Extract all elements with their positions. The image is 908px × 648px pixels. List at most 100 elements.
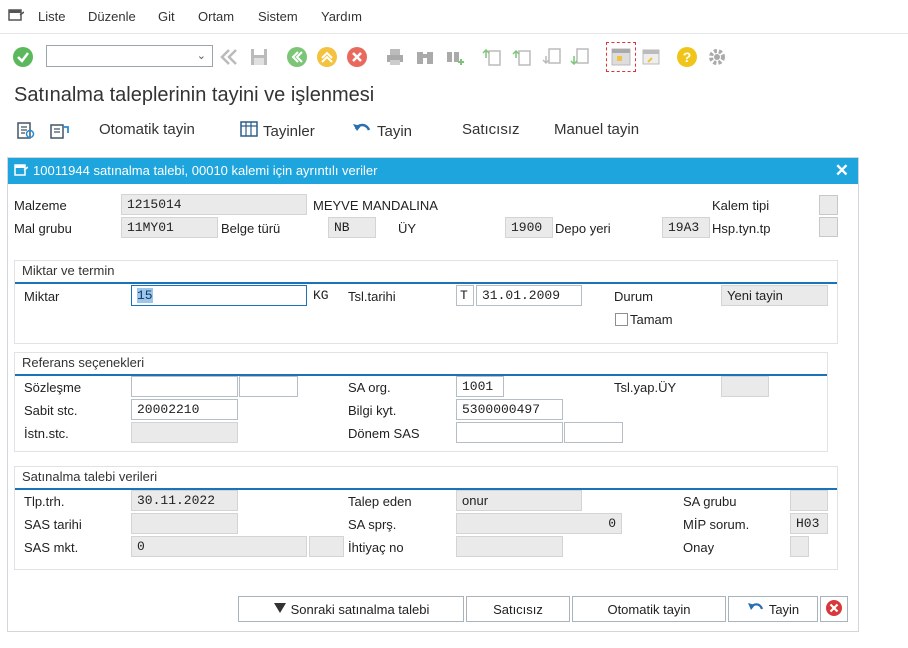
window-icon xyxy=(14,164,29,180)
fixed-vendor-input[interactable]: 20002210 xyxy=(131,399,238,420)
delivery-date-type-field[interactable]: T xyxy=(456,285,474,306)
assign-dialog-button[interactable]: Tayin xyxy=(728,596,818,622)
contract-input[interactable] xyxy=(131,376,238,397)
menu-sistem[interactable]: Sistem xyxy=(258,9,298,24)
table-icon xyxy=(240,121,258,141)
check-icon[interactable] xyxy=(12,46,34,68)
delivery-date-value: 31.01.2009 xyxy=(482,288,561,303)
application-toolbar: Otomatik tayin Tayinler Tayin Satıcısız … xyxy=(0,116,908,146)
outline-agreement-label: Dönem SAS xyxy=(348,426,420,441)
auto-assign-label: Otomatik tayin xyxy=(99,121,195,138)
no-vendor-button[interactable]: Satıcısız xyxy=(462,121,520,138)
tracking-number-field xyxy=(456,536,563,557)
menu-yardim[interactable]: Yardım xyxy=(321,9,362,24)
back-double-icon[interactable] xyxy=(218,46,240,68)
menu-ortam[interactable]: Ortam xyxy=(198,9,234,24)
manual-assign-button[interactable]: Manuel tayin xyxy=(554,121,639,138)
create-session-icon[interactable] xyxy=(606,42,636,72)
svg-text:?: ? xyxy=(683,49,692,65)
print-icon[interactable] xyxy=(384,46,406,68)
find-icon[interactable] xyxy=(414,46,436,68)
mrp-controller-label: MİP sorum. xyxy=(683,517,750,532)
outline-agreement-item-input[interactable] xyxy=(564,422,623,443)
exit-icon[interactable] xyxy=(316,46,338,68)
material-group-label: Mal grubu xyxy=(14,221,72,236)
last-page-icon[interactable] xyxy=(570,46,592,68)
requisition-date-value: 30.11.2022 xyxy=(137,493,216,508)
tracking-number-label: İhtiyaç no xyxy=(348,540,404,555)
dialog-header: 10011944 satınalma talebi, 00010 kalemi … xyxy=(8,158,858,184)
complete-checkbox[interactable] xyxy=(615,313,628,326)
outline-agreement-input[interactable] xyxy=(456,422,563,443)
purchasing-org-value: 1001 xyxy=(462,379,494,394)
requester-label: Talep eden xyxy=(348,494,412,509)
material-value: 1215014 xyxy=(127,197,182,212)
next-page-icon[interactable] xyxy=(542,46,564,68)
no-vendor-dialog-button[interactable]: Satıcısız xyxy=(466,596,570,622)
assignments-button[interactable]: Tayinler xyxy=(240,121,315,141)
manual-assign-label: Manuel tayin xyxy=(554,121,640,138)
settings-icon[interactable] xyxy=(706,46,728,68)
complete-label: Tamam xyxy=(630,312,673,327)
plant-field: 1900 xyxy=(505,217,553,238)
menu-bar: Liste Düzenle Git Ortam Sistem Yardım xyxy=(0,0,908,34)
find-next-icon[interactable] xyxy=(444,46,466,68)
document-overview-icon[interactable] xyxy=(16,121,36,141)
shortcut-icon[interactable] xyxy=(640,46,662,68)
po-quantity-value: 0 xyxy=(137,539,145,554)
contract-item-input[interactable] xyxy=(239,376,298,397)
purchasing-group-label: SA grubu xyxy=(683,494,737,509)
auto-assign-button[interactable]: Otomatik tayin xyxy=(99,121,195,138)
no-vendor-label: Satıcısız xyxy=(462,121,520,138)
detail-dialog: 10011944 satınalma talebi, 00010 kalemi … xyxy=(7,157,859,632)
command-field[interactable]: ⌄ xyxy=(46,45,213,67)
purchasing-org-label: SA org. xyxy=(348,380,391,395)
requester-value: onur xyxy=(462,493,489,508)
purchasing-org-input[interactable]: 1001 xyxy=(456,376,504,397)
menu-duzenle[interactable]: Düzenle xyxy=(88,9,136,24)
save-icon[interactable] xyxy=(248,46,270,68)
material-group-value: 11MY01 xyxy=(127,220,174,235)
doc-type-value: NB xyxy=(334,220,350,235)
material-group-field: 11MY01 xyxy=(121,217,218,238)
back-icon[interactable] xyxy=(286,46,308,68)
previous-page-icon[interactable] xyxy=(512,46,534,68)
help-icon[interactable]: ? xyxy=(676,46,698,68)
no-vendor-dialog-label: Satıcısız xyxy=(493,601,543,617)
fixed-vendor-label: Sabit stc. xyxy=(24,403,78,418)
assign-button[interactable]: Tayin xyxy=(352,121,412,141)
next-requisition-button[interactable]: Sonraki satınalma talebi xyxy=(238,596,464,622)
cancel-icon[interactable] xyxy=(346,46,368,68)
auto-assign-dialog-label: Otomatik tayin xyxy=(607,601,691,617)
item-category-label: Kalem tipi xyxy=(712,198,770,213)
info-record-label: Bilgi kyt. xyxy=(348,403,397,418)
delivery-date-input[interactable]: 31.01.2009 xyxy=(476,285,582,306)
requisition-group-title: Satınalma talebi verileri xyxy=(22,469,158,484)
group-divider xyxy=(15,282,837,284)
delivery-date-type-value: T xyxy=(460,288,468,303)
first-page-icon[interactable] xyxy=(482,46,504,68)
next-requisition-label: Sonraki satınalma talebi xyxy=(290,601,430,617)
quantity-input[interactable]: 15 xyxy=(131,285,307,306)
quantity-group-title: Miktar ve termin xyxy=(22,263,115,278)
quantity-value: 15 xyxy=(137,288,153,303)
menu-git[interactable]: Git xyxy=(158,9,175,24)
cancel-dialog-button[interactable] xyxy=(820,596,848,622)
plant-value: 1900 xyxy=(511,220,543,235)
plant-label: ÜY xyxy=(398,221,417,236)
other-document-icon[interactable] xyxy=(48,121,70,141)
close-icon[interactable]: ✕ xyxy=(835,161,849,181)
desired-vendor-field xyxy=(131,422,238,443)
storage-location-value: 19A3 xyxy=(668,220,700,235)
po-date-field xyxy=(131,513,238,534)
chevron-down-icon[interactable]: ⌄ xyxy=(197,49,206,62)
page-title: Satınalma taleplerinin tayini ve işlenme… xyxy=(14,84,375,106)
auto-assign-dialog-button[interactable]: Otomatik tayin xyxy=(572,596,726,622)
cancel-icon xyxy=(825,599,843,620)
storage-location-label: Depo yeri xyxy=(555,221,611,236)
menu-liste[interactable]: Liste xyxy=(38,9,65,24)
info-record-input[interactable]: 5300000497 xyxy=(456,399,563,420)
assign-dialog-label: Tayin xyxy=(768,601,800,617)
delivery-date-label: Tsl.tarihi xyxy=(348,289,396,304)
menu-icon[interactable] xyxy=(8,8,25,22)
